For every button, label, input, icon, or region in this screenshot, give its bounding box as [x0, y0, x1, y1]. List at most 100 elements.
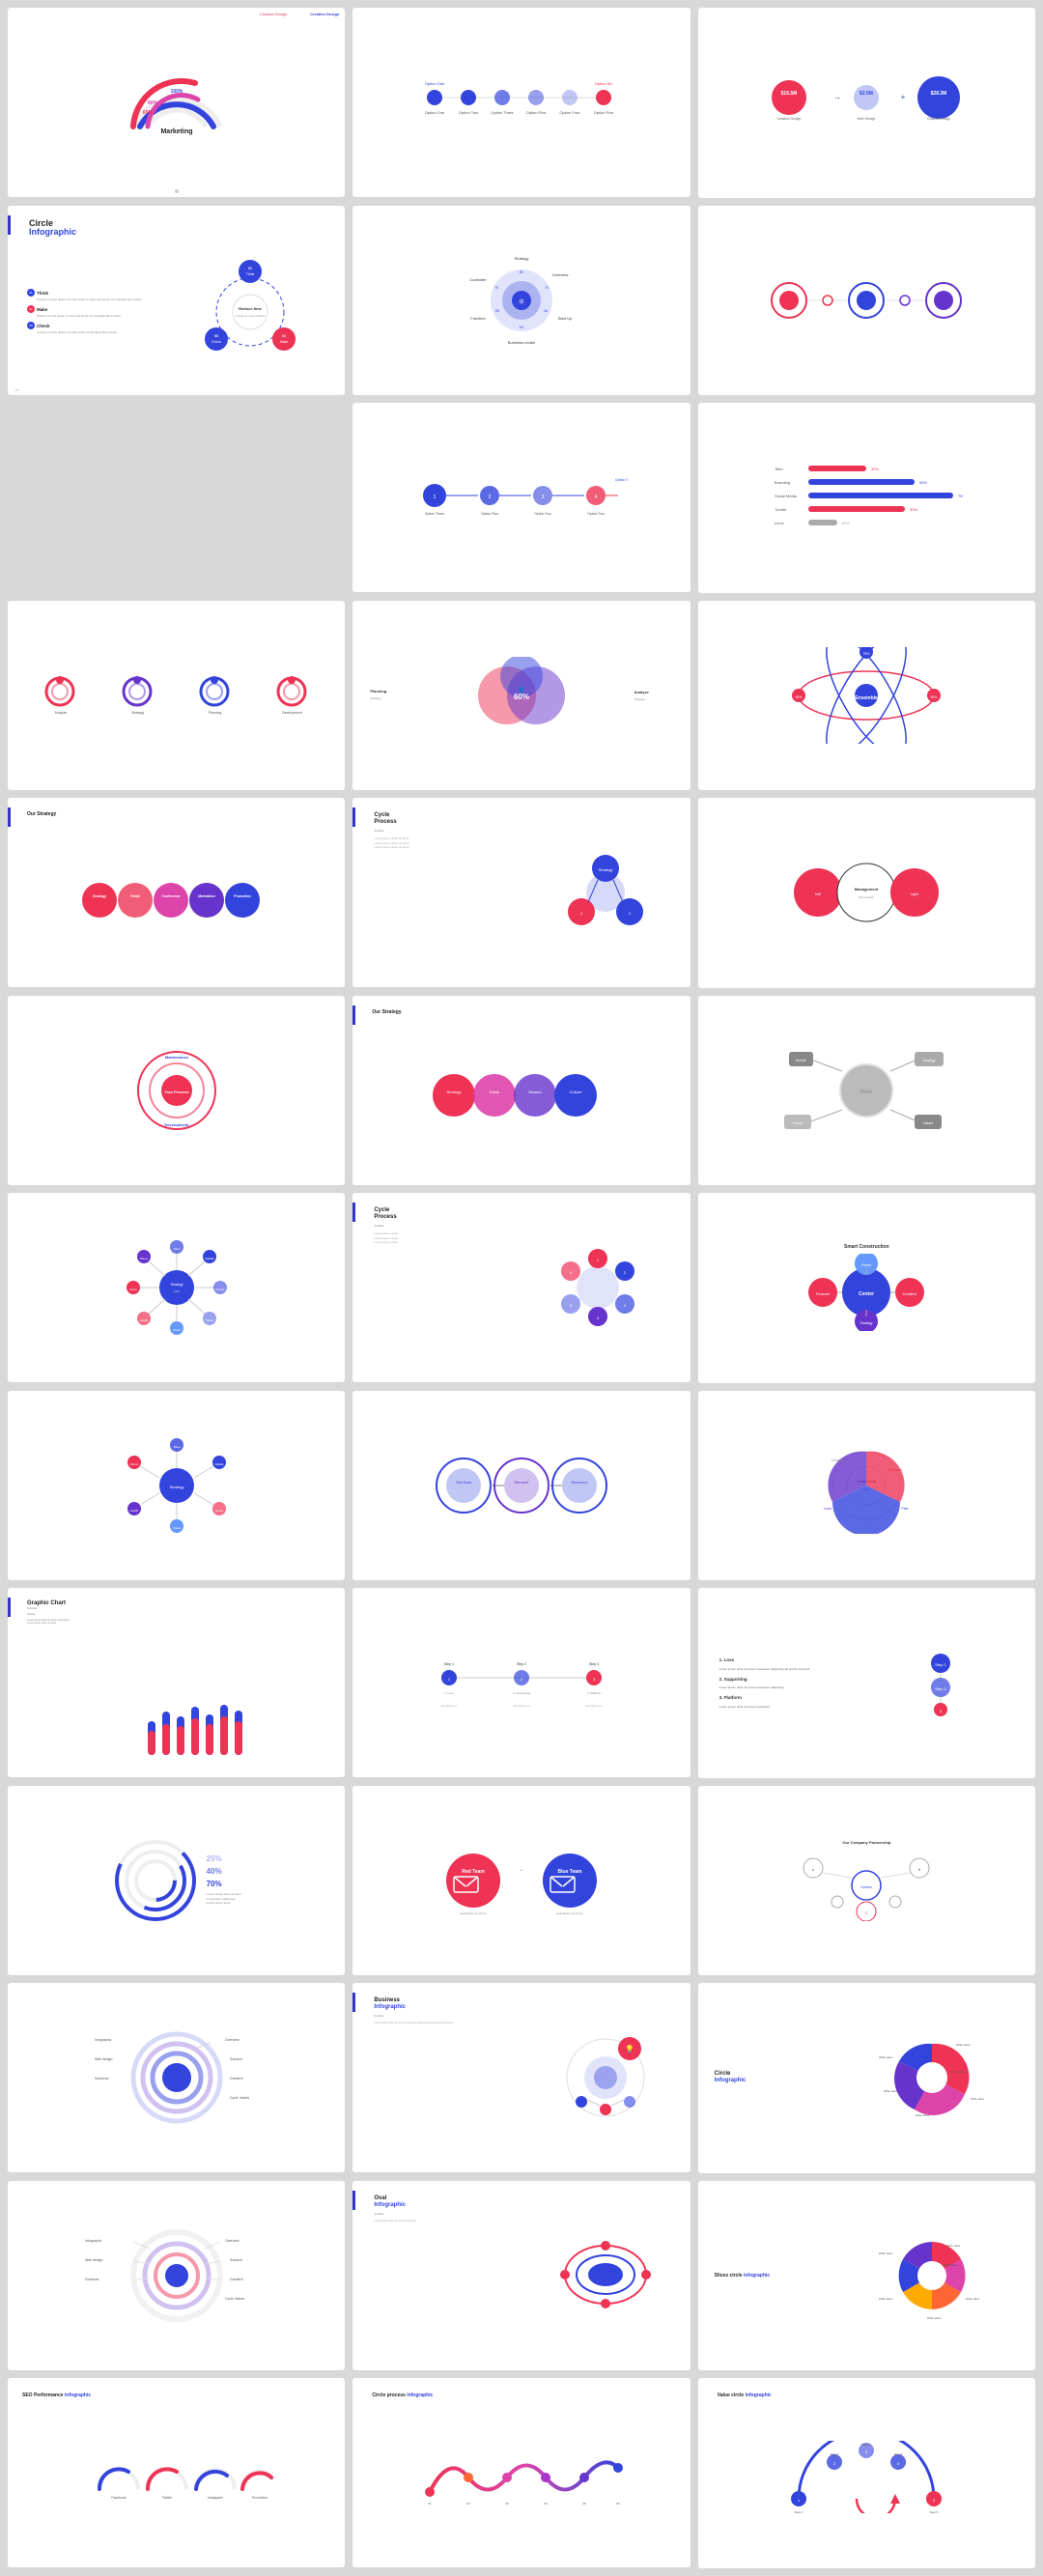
slide-9-content: Analyze Strategy Planning [17, 610, 335, 780]
strategy2-svg: Strategy Retail Mission Culture [425, 1066, 618, 1124]
slide-10-content: Planning Strategy 60% 👤 Analyze Strategy [362, 610, 680, 780]
slide-13-title: CycleProcess [374, 812, 524, 826]
slide-28: Red Team Blue Team vs description text h… [352, 1786, 690, 1975]
slide-36-gauges: Facebook Twitter Instagram Promotion [22, 2401, 330, 2542]
donut-labels: 25% 40% 70% Lorem ipsum dolor sit ametco… [207, 1854, 241, 1906]
strategy-svg: Strategy Retail Conference Motivation Pr… [75, 866, 278, 929]
ring-2-label: Strategy [131, 711, 144, 715]
svg-text:60%: 60% [514, 693, 529, 701]
slide-36-title: SEO Performance infographic [22, 2392, 330, 2398]
svg-text:Creative: Creative [903, 1291, 918, 1296]
svg-text:Development: Development [164, 1122, 189, 1127]
svg-text:lorem ipsum: lorem ipsum [859, 895, 875, 899]
svg-text:description text: description text [441, 1705, 458, 1708]
ring-2: Strategy [121, 675, 155, 715]
svg-text:Cycle Values: Cycle Values [225, 2297, 244, 2301]
slide-35-wheel: Write Here Write Here Write Here Write H… [843, 2227, 1023, 2324]
wheel-infographic-svg: Write Here Write Here Write Here Write H… [879, 2034, 985, 2121]
slide-19-layout: CycleProcess Subtitle Lorem ipsum dolor.… [362, 1203, 680, 1373]
slide-35: Slices circle infographic Write Here Wri… [698, 2181, 1035, 2371]
svg-text:Above: Above [129, 1462, 138, 1466]
svg-text:Write Here: Write Here [927, 2316, 942, 2320]
slide-33: Overview Solution Gradient Cycle Values … [8, 2181, 345, 2370]
ring-1-svg [43, 675, 77, 709]
svg-text:Marketing: Marketing [160, 128, 192, 135]
donut-text: Lorem ipsum dolor sit ametconsectetur ad… [207, 1892, 241, 1906]
analyze-label: Analyze [634, 690, 673, 694]
slide-38-title: Value circle infographic [718, 2392, 1016, 2398]
svg-text:30%: 30% [871, 467, 879, 471]
slide-12-content: Strategy Retail Conference Motivation Pr… [17, 817, 335, 977]
slide-25-content: 1 Step 1 1. Loss 2 Step 2 2. Supporting … [362, 1598, 680, 1768]
bullet-2-icon: 02 [27, 305, 35, 313]
slide-19-title: CycleProcess [374, 1207, 511, 1221]
svg-text:Step 4: Step 4 [894, 2452, 903, 2456]
slide-24-chart [143, 1613, 331, 1765]
svg-text:Controller: Controller [469, 277, 487, 282]
svg-text:Atone: Atone [215, 1509, 223, 1513]
slide-34-left: OvalInfographic Subtitle Lorem ipsum dol… [362, 2191, 529, 2361]
svg-text:Conference: Conference [161, 894, 180, 898]
svg-text:Infographic: Infographic [95, 2038, 112, 2042]
slide-4: CircleInfographic 01 Think A peep or som… [8, 206, 345, 395]
svg-text:Photo: Photo [860, 1090, 873, 1095]
slide-30: Overview Solution Gradient Cycle Values … [8, 1983, 345, 2172]
svg-text:right: right [911, 892, 919, 896]
marketing-arcs-svg: Marketing 65% 100% 80% [119, 64, 235, 141]
ring-3: Planning [198, 675, 232, 715]
svg-text:Solutions: Solutions [85, 2278, 99, 2281]
slide-32-title: CircleInfographic [715, 2071, 840, 2084]
slide-37-content: Circle process infographic [362, 2388, 680, 2558]
svg-text:Step 1: Step 1 [444, 1662, 454, 1666]
svg-text:Step 2: Step 2 [517, 1662, 526, 1666]
slide-26-content: 1. Loss Lorem ipsum dolor sit amet conse… [708, 1598, 1026, 1769]
strategy-label: Strategy [370, 696, 409, 700]
svg-text:Option Three: Option Three [425, 512, 444, 516]
svg-text:65%: 65% [143, 110, 154, 116]
bullet-3-text: A peep or some distant orb has purify ou… [27, 330, 164, 334]
svg-text:Cloud: Cloud [173, 1328, 181, 1332]
svg-text:Solution: Solution [230, 2057, 242, 2061]
slide-13-accent [352, 807, 355, 827]
slide-29-content: Our Company Partnership Center A B C [708, 1796, 1026, 1967]
slide-30-content: Overview Solution Gradient Cycle Values … [17, 1993, 335, 2163]
slide-9: Analyze Strategy Planning [8, 601, 345, 790]
slide-1: Creative Design Creative Design Marketin… [8, 8, 345, 197]
svg-text:Strategy: Strategy [447, 1090, 462, 1094]
slide-20-content: Smart Construction Center Finance Creati… [708, 1203, 1026, 1373]
svg-text:Culture: Culture [570, 1090, 583, 1094]
svg-text:Creative: Creative [832, 1458, 844, 1462]
svg-text:Plan: Plan [902, 1507, 909, 1511]
svg-text:Health: Health [129, 1509, 138, 1513]
svg-text:80%: 80% [148, 100, 158, 106]
svg-text:Get Data: Get Data [456, 1480, 472, 1485]
svg-text:Option One: Option One [425, 110, 445, 115]
svg-text:Gradient: Gradient [230, 2278, 242, 2281]
slide-19-left: CycleProcess Subtitle Lorem ipsum dolor.… [362, 1203, 516, 1373]
slide-31-title: BusinessInfographic [374, 1997, 524, 2011]
svg-text:Make: Make [279, 340, 288, 344]
svg-text:Business: Business [888, 1468, 902, 1472]
slide-34: OvalInfographic Subtitle Lorem ipsum dol… [352, 2181, 690, 2370]
svg-text:50%: 50% [910, 507, 917, 512]
connected-circles-svg [770, 262, 963, 339]
svg-text:Step 1: Step 1 [935, 1662, 946, 1667]
slide-26-step3-text: Lorem ipsum dolor sit amet consectetur. [719, 1705, 867, 1710]
slide-12: Our Strategy Strategy Retail Conference … [8, 798, 345, 987]
slide-37: Circle process infographic [352, 2378, 690, 2567]
slide-24-accent [8, 1598, 11, 1617]
svg-text:50%: 50% [931, 695, 938, 699]
slide-25: 1 Step 1 1. Loss 2 Step 2 2. Supporting … [352, 1588, 690, 1777]
slide-24-body: SubtitleLorem ipsum dolor sit amet conse… [17, 1610, 335, 1768]
slide-13-diagram: Strategy 1 2 [530, 807, 681, 977]
svg-text:Twitter: Twitter [162, 2496, 173, 2500]
slide-22: Get Data Element Resource [352, 1391, 690, 1580]
ring-4-label: Development [282, 711, 302, 715]
svg-text:Graphic Design: Graphic Design [927, 117, 950, 121]
cycle2-svg: 1 2 3 4 5 6 [545, 1244, 651, 1331]
revenue-flow-svg: $16.5M Creative Design → $2.5M Web Desig… [760, 64, 973, 141]
svg-text:Step 2: Step 2 [935, 1686, 946, 1691]
svg-text:Write Here: Write Here [946, 2244, 961, 2248]
slide-24: Graphic Chart Subtitle SubtitleLorem ips… [8, 1588, 345, 1777]
slide-26-step2-text: Lorem ipsum dolor sit amet consectetur a… [719, 1685, 867, 1690]
